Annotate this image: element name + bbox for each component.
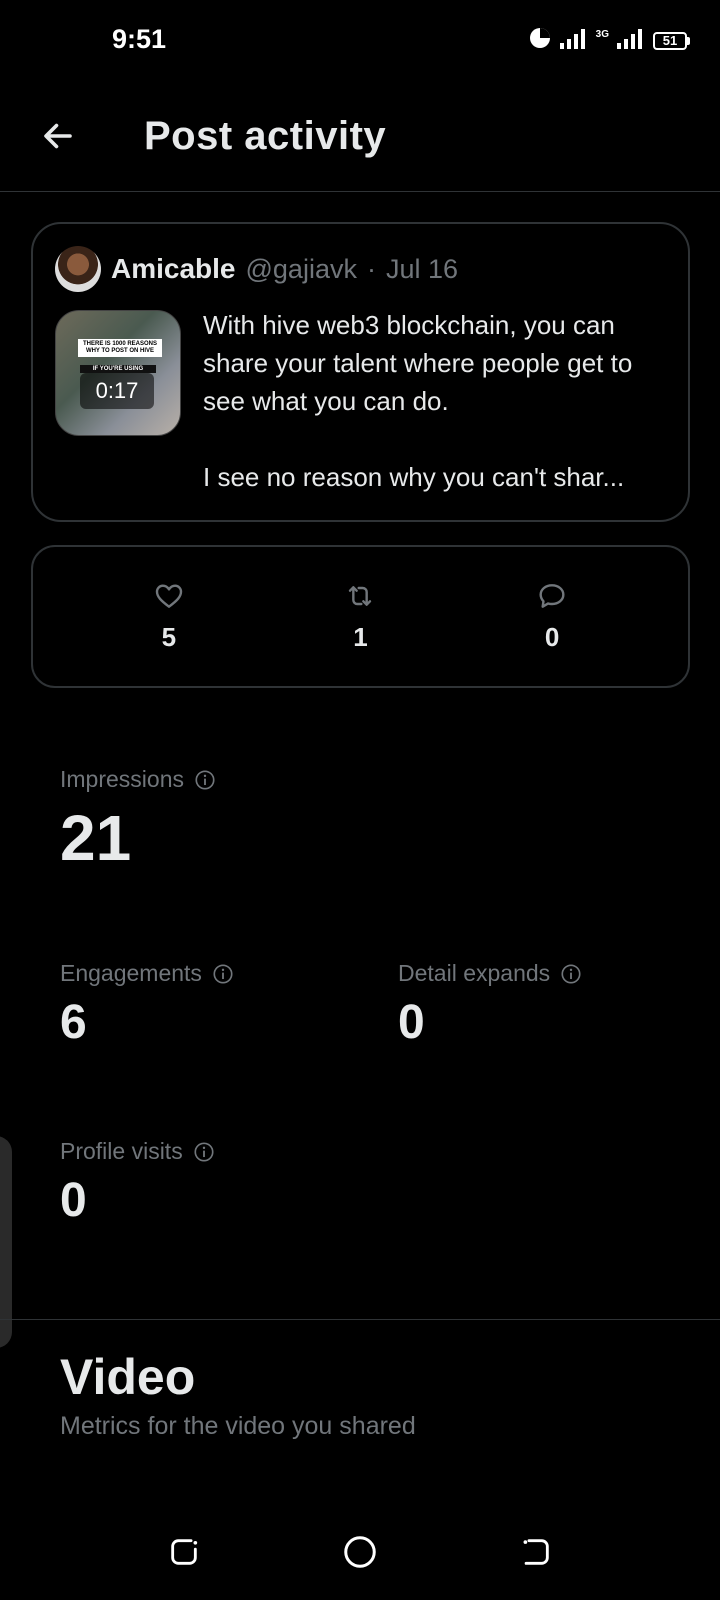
repost-icon bbox=[349, 586, 372, 606]
profile-visits-label: Profile visits bbox=[60, 1138, 183, 1164]
separator-dot: · bbox=[366, 253, 376, 284]
post-header: Amicable @gajiavk · Jul 16 bbox=[55, 246, 458, 292]
home-circle-icon bbox=[344, 1536, 376, 1568]
profile-visits-metric: Profile visits 0 bbox=[60, 1138, 215, 1228]
header: Post activity bbox=[0, 96, 720, 192]
info-icon[interactable] bbox=[560, 963, 582, 985]
likes-count: 5 bbox=[161, 622, 177, 652]
battery-icon: 51 bbox=[653, 31, 690, 50]
battery-level: 51 bbox=[653, 31, 687, 50]
reposts-count: 1 bbox=[353, 622, 368, 652]
post-card[interactable]: Amicable @gajiavk · Jul 16 THERE IS 1000… bbox=[31, 222, 690, 522]
engagement-stats-card: 5 1 0 bbox=[31, 545, 690, 688]
signal-2-icon bbox=[617, 27, 645, 54]
status-bar: 9:51 3G 51 bbox=[0, 0, 720, 80]
likes-stat: 5 bbox=[109, 580, 229, 653]
video-section-title: Video bbox=[60, 1349, 196, 1405]
network-type-label: 3G bbox=[595, 28, 609, 40]
author-handle: @gajiavk bbox=[245, 253, 357, 284]
impressions-metric: Impressions 21 bbox=[60, 766, 216, 875]
back-nav-button[interactable] bbox=[512, 1528, 560, 1576]
avatar[interactable] bbox=[55, 246, 101, 292]
home-button[interactable] bbox=[336, 1528, 384, 1576]
back-nav-icon bbox=[523, 1539, 549, 1565]
detail-expands-label: Detail expands bbox=[398, 960, 551, 986]
post-text: With hive web3 blockchain, you can share… bbox=[203, 310, 633, 492]
recents-button[interactable] bbox=[160, 1528, 208, 1576]
status-time: 9:51 bbox=[112, 24, 167, 54]
author-name[interactable]: Amicable bbox=[111, 253, 236, 285]
replies-count: 0 bbox=[544, 622, 560, 652]
section-divider bbox=[0, 1319, 720, 1320]
back-button[interactable] bbox=[36, 114, 80, 158]
page-title: Post activity bbox=[144, 114, 387, 158]
arrow-left-icon bbox=[44, 123, 72, 149]
impressions-value: 21 bbox=[60, 802, 132, 874]
data-saver-icon bbox=[528, 26, 552, 55]
recents-icon bbox=[171, 1539, 198, 1565]
status-icons: 3G 51 bbox=[528, 26, 690, 55]
info-icon[interactable] bbox=[194, 769, 216, 791]
info-icon[interactable] bbox=[212, 963, 234, 985]
heart-icon bbox=[155, 584, 183, 608]
post-date: Jul 16 bbox=[385, 253, 459, 284]
edge-panel-handle[interactable] bbox=[0, 1136, 12, 1348]
engagements-value: 6 bbox=[60, 996, 87, 1049]
engagements-metric: Engagements 6 bbox=[60, 960, 234, 1050]
engagements-label: Engagements bbox=[60, 960, 202, 986]
profile-visits-value: 0 bbox=[60, 1174, 87, 1227]
thumbnail-caption-2: IF YOU'RE USING bbox=[80, 365, 156, 373]
detail-expands-value: 0 bbox=[398, 996, 425, 1049]
video-section-subtitle: Metrics for the video you shared bbox=[60, 1412, 416, 1440]
detail-expands-metric: Detail expands 0 bbox=[398, 960, 582, 1050]
video-duration-badge: 0:17 bbox=[80, 373, 154, 409]
info-icon[interactable] bbox=[193, 1141, 215, 1163]
thumbnail-caption: THERE IS 1000 REASONS WHY TO POST ON HIV… bbox=[78, 339, 162, 357]
impressions-label: Impressions bbox=[60, 766, 184, 792]
signal-icon bbox=[559, 27, 588, 54]
video-thumbnail[interactable]: THERE IS 1000 REASONS WHY TO POST ON HIV… bbox=[55, 310, 181, 436]
system-nav-bar bbox=[0, 1500, 720, 1600]
reply-icon bbox=[539, 584, 565, 608]
reposts-stat: 1 bbox=[300, 580, 420, 653]
replies-stat: 0 bbox=[492, 580, 612, 653]
